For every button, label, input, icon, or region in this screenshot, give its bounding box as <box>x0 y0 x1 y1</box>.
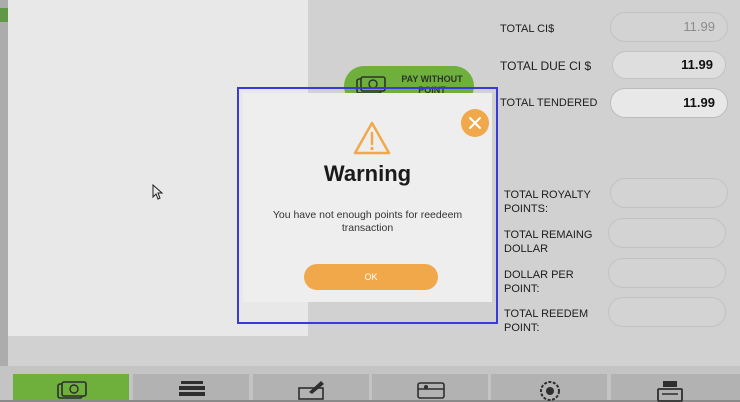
dialog-title: Warning <box>323 161 412 186</box>
dialog-message: You have not enough points for reedeem t… <box>272 209 463 234</box>
warning-dialog: Warning You have not enough points for r… <box>237 87 498 324</box>
warning-icon <box>353 121 391 155</box>
close-icon <box>469 117 481 129</box>
ok-button[interactable]: OK <box>304 264 438 290</box>
close-button[interactable] <box>461 109 489 137</box>
warning-dialog-body: Warning You have not enough points for r… <box>243 93 492 302</box>
